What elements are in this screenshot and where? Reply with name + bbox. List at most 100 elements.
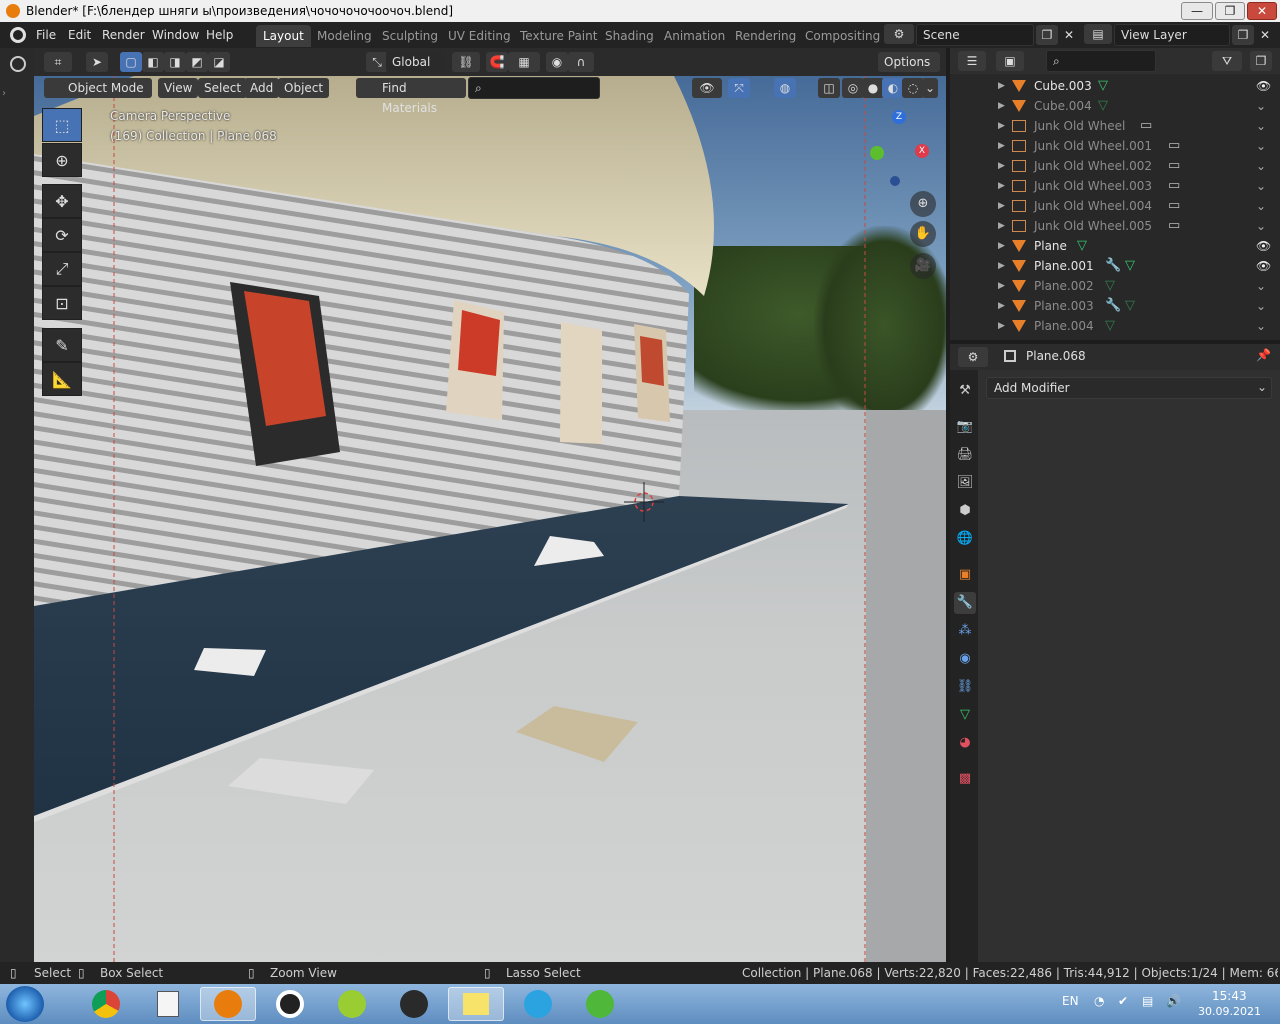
sticky-notes-taskbar-icon[interactable] bbox=[448, 987, 504, 1021]
outliner-row[interactable]: ▶ Junk Old Wheel.005 ▭ ⌄ bbox=[950, 216, 1280, 236]
select-mode-invert-icon[interactable]: ◩ bbox=[186, 52, 208, 72]
transform-tool-icon[interactable]: ⊡ bbox=[42, 286, 82, 320]
mesh-data-icon[interactable]: ▽ bbox=[1105, 316, 1115, 336]
mesh-data-icon[interactable]: ▽ bbox=[1125, 296, 1135, 316]
editor-type-icon[interactable] bbox=[10, 56, 26, 72]
language-indicator[interactable]: EN bbox=[1062, 994, 1079, 1008]
outliner-row[interactable]: ▶ Junk Old Wheel.001 ▭ ⌄ bbox=[950, 136, 1280, 156]
select-tool-icon[interactable]: ➤ bbox=[86, 52, 108, 72]
snap-target-icon[interactable]: ▦ bbox=[508, 52, 540, 72]
wireframe-shading-icon[interactable]: ◎ bbox=[842, 78, 864, 98]
expand-caret-icon[interactable]: ▶ bbox=[998, 256, 1005, 276]
network-tray-icon[interactable]: ▤ bbox=[1142, 994, 1153, 1008]
transform-orientation-dropdown[interactable]: Global bbox=[386, 52, 444, 72]
object-tab-icon[interactable]: ▣ bbox=[954, 564, 976, 586]
expand-arrow-icon[interactable]: › bbox=[2, 88, 6, 99]
menu-render[interactable]: Render bbox=[102, 28, 145, 42]
visibility-eye-icon[interactable]: 👁 bbox=[1256, 76, 1271, 96]
maximize-button[interactable]: ❐ bbox=[1215, 2, 1245, 20]
clock-date[interactable]: 30.09.2021 bbox=[1198, 1005, 1261, 1018]
visibility-hidden-icon[interactable]: ⌄ bbox=[1256, 296, 1266, 316]
visibility-eye-icon[interactable]: 👁 bbox=[1256, 236, 1271, 256]
transform-orientation-icon[interactable]: ⤡ bbox=[366, 52, 388, 72]
chrome-tray-icon[interactable]: ◔ bbox=[1094, 994, 1104, 1008]
output-properties-tab-icon[interactable]: 🖨 bbox=[954, 444, 976, 466]
scene-tab-icon[interactable]: ⬢ bbox=[954, 500, 976, 522]
editor-type-selector-icon[interactable]: ⌗ bbox=[44, 52, 72, 72]
expand-caret-icon[interactable]: ▶ bbox=[998, 216, 1005, 236]
security-tray-icon[interactable]: ✔ bbox=[1118, 994, 1128, 1008]
collection-icon[interactable]: ▭ bbox=[1140, 116, 1152, 136]
menu-file[interactable]: File bbox=[36, 28, 56, 42]
tab-texture-paint[interactable]: Texture Paint bbox=[513, 25, 604, 47]
select-box-tool-icon[interactable]: ⬚ bbox=[42, 108, 82, 142]
telegram-taskbar-icon[interactable] bbox=[510, 987, 566, 1021]
tab-sculpting[interactable]: Sculpting bbox=[375, 25, 445, 47]
view-layer-field[interactable]: View Layer bbox=[1114, 24, 1230, 46]
pivot-point-icon[interactable]: ⛓ bbox=[452, 52, 480, 72]
remove-scene-icon[interactable]: ✕ bbox=[1058, 25, 1080, 45]
mesh-data-icon[interactable]: ▽ bbox=[1098, 96, 1108, 116]
tab-modeling[interactable]: Modeling bbox=[310, 25, 379, 47]
gizmo-x-axis[interactable]: X bbox=[915, 144, 929, 158]
utorrent-taskbar-icon[interactable] bbox=[572, 987, 628, 1021]
visibility-hidden-icon[interactable]: ⌄ bbox=[1256, 116, 1266, 136]
visibility-icon[interactable]: 👁 bbox=[692, 78, 722, 98]
close-button[interactable]: ✕ bbox=[1247, 2, 1277, 20]
options-dropdown[interactable]: Options bbox=[878, 52, 940, 72]
scale-tool-icon[interactable]: ⤢ bbox=[42, 252, 82, 286]
expand-caret-icon[interactable]: ▶ bbox=[998, 136, 1005, 156]
volume-tray-icon[interactable]: 🔊 bbox=[1166, 994, 1181, 1008]
clock-time[interactable]: 15:43 bbox=[1212, 989, 1247, 1003]
select-mode-intersect-icon[interactable]: ◪ bbox=[208, 52, 230, 72]
outliner-row[interactable]: ▶ Junk Old Wheel.004 ▭ ⌄ bbox=[950, 196, 1280, 216]
scene-selector-icon[interactable]: ⚙ bbox=[884, 24, 914, 44]
select-mode-new-icon[interactable]: ▢ bbox=[120, 52, 142, 72]
gizmo-y-axis[interactable] bbox=[870, 146, 884, 160]
cursor-tool-icon[interactable]: ⊕ bbox=[42, 143, 82, 177]
physics-tab-icon[interactable]: ◉ bbox=[954, 648, 976, 670]
visibility-hidden-icon[interactable]: ⌄ bbox=[1256, 276, 1266, 296]
select-mode-extend-icon[interactable]: ◧ bbox=[142, 52, 164, 72]
new-view-layer-icon[interactable]: ❐ bbox=[1232, 25, 1254, 45]
visibility-eye-icon[interactable]: 👁 bbox=[1256, 256, 1271, 276]
find-materials-dropdown[interactable]: Find Materials bbox=[356, 78, 466, 115]
mesh-data-icon[interactable]: ▽ bbox=[1105, 276, 1115, 296]
visibility-hidden-icon[interactable]: ⌄ bbox=[1256, 96, 1266, 116]
expand-caret-icon[interactable]: ▶ bbox=[998, 96, 1005, 116]
annotate-tool-icon[interactable]: ✎ bbox=[42, 328, 82, 362]
proportional-falloff-icon[interactable]: ∩ bbox=[568, 52, 594, 72]
3d-viewport[interactable]: Camera Perspective (169) Collection | Pl… bbox=[34, 76, 946, 962]
xray-toggle-icon[interactable]: ◫ bbox=[818, 78, 840, 98]
outliner-row[interactable]: ▶ Cube.004 ▽ ⌄ bbox=[950, 96, 1280, 116]
gizmo-z-axis[interactable]: Z bbox=[892, 110, 906, 124]
constraints-tab-icon[interactable]: ⛓ bbox=[954, 676, 976, 698]
outliner-row[interactable]: ▶ Plane.001 🔧 ▽ 👁 bbox=[950, 256, 1280, 276]
display-mode-icon[interactable]: ▣ bbox=[996, 51, 1024, 71]
pan-view-icon[interactable]: ✋ bbox=[910, 221, 936, 247]
modifier-wrench-icon[interactable]: 🔧 bbox=[1105, 296, 1121, 316]
expand-caret-icon[interactable]: ▶ bbox=[998, 236, 1005, 256]
render-properties-tab-icon[interactable]: 📷 bbox=[954, 416, 976, 438]
object-menu[interactable]: Object bbox=[278, 78, 330, 98]
world-tab-icon[interactable]: 🌐 bbox=[954, 528, 976, 550]
mesh-data-icon[interactable]: ▽ bbox=[1098, 76, 1108, 96]
picsart-taskbar-icon[interactable] bbox=[262, 987, 318, 1021]
mesh-data-icon[interactable]: ▽ bbox=[1077, 236, 1087, 256]
collection-icon[interactable]: ▭ bbox=[1168, 136, 1180, 156]
outliner-row[interactable]: ▶ Plane.003 🔧 ▽ ⌄ bbox=[950, 296, 1280, 316]
material-shading-icon[interactable]: ◐ bbox=[882, 78, 904, 98]
blender-menu-icon[interactable] bbox=[10, 27, 26, 43]
proportional-edit-icon[interactable]: ◉ bbox=[546, 52, 568, 72]
material-tab-icon[interactable]: ◕ bbox=[954, 732, 976, 754]
outliner-row[interactable]: ▶ Plane.004 ▽ ⌄ bbox=[950, 316, 1280, 336]
modifier-tab-icon[interactable]: 🔧 bbox=[954, 592, 976, 614]
zoom-view-icon[interactable]: ⊕ bbox=[910, 191, 936, 217]
object-mode-dropdown[interactable]: Object Mode bbox=[44, 78, 152, 98]
scene-field[interactable]: Scene bbox=[916, 24, 1034, 46]
expand-caret-icon[interactable]: ▶ bbox=[998, 176, 1005, 196]
mesh-data-icon[interactable]: ▽ bbox=[1125, 256, 1135, 276]
view-layer-tab-icon[interactable]: 🖼 bbox=[954, 472, 976, 494]
outliner-row[interactable]: ▶ Plane.002 ▽ ⌄ bbox=[950, 276, 1280, 296]
overlays-toggle-icon[interactable]: ◍ bbox=[774, 78, 796, 98]
